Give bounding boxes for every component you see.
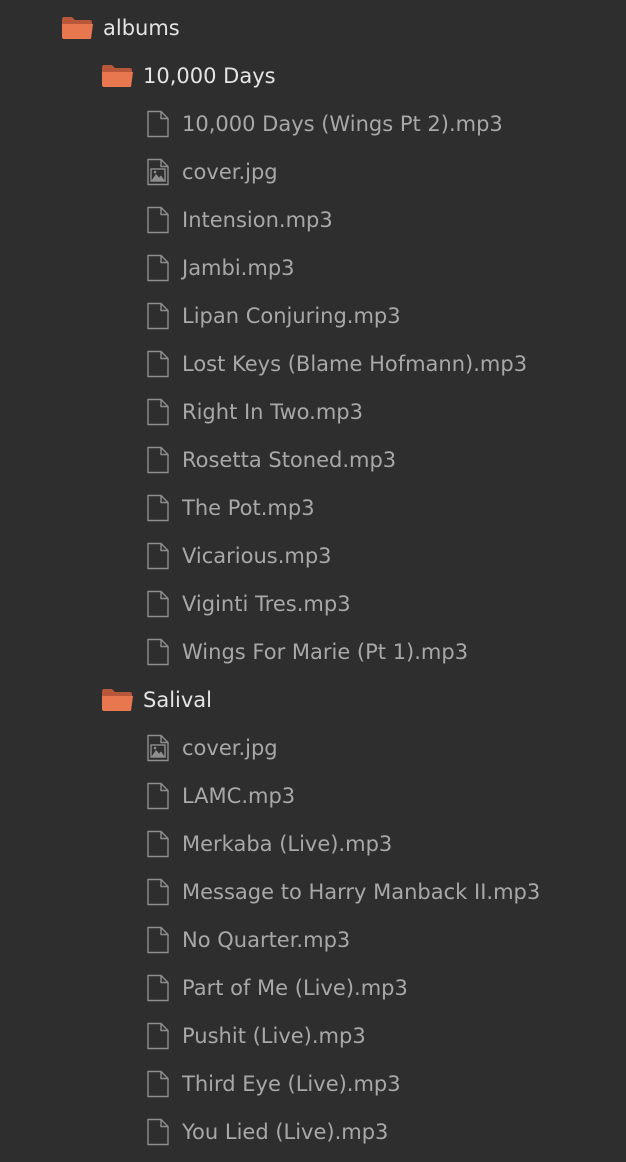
file-item[interactable]: Rosetta Stoned.mp3 (0, 436, 626, 484)
file-item[interactable]: cover.jpg (0, 724, 626, 772)
file-label: cover.jpg (182, 159, 278, 184)
file-icon (146, 494, 170, 522)
file-icon (146, 878, 170, 906)
file-item[interactable]: Message to Harry Manback II.mp3 (0, 868, 626, 916)
file-item[interactable]: Vicarious.mp3 (0, 532, 626, 580)
file-label: cover.jpg (182, 735, 278, 760)
file-icon (146, 206, 170, 234)
file-label: Wings For Marie (Pt 1).mp3 (182, 639, 469, 664)
file-icon (146, 590, 170, 618)
file-icon (146, 446, 170, 474)
file-label: 10,000 Days (Wings Pt 2).mp3 (182, 111, 503, 136)
file-tree: albums 10,000 Days 10,000 Days (Wings Pt… (0, 0, 626, 1162)
folder-label: 10,000 Days (143, 63, 276, 88)
file-icon (146, 638, 170, 666)
file-icon (146, 254, 170, 282)
file-icon (146, 974, 170, 1002)
file-item[interactable]: Merkaba (Live).mp3 (0, 820, 626, 868)
file-label: The Pot.mp3 (182, 495, 315, 520)
file-icon (146, 398, 170, 426)
file-item[interactable]: You Lied (Live).mp3 (0, 1108, 626, 1156)
file-label: Third Eye (Live).mp3 (182, 1071, 401, 1096)
folder-salival[interactable]: Salival (0, 676, 626, 724)
file-icon (146, 110, 170, 138)
file-icon (146, 350, 170, 378)
file-icon (146, 1022, 170, 1050)
folder-open-icon (101, 64, 134, 88)
file-item[interactable]: Wings For Marie (Pt 1).mp3 (0, 628, 626, 676)
folder-10000-days[interactable]: 10,000 Days (0, 52, 626, 100)
file-label: Vicarious.mp3 (182, 543, 332, 568)
file-label: LAMC.mp3 (182, 783, 296, 808)
file-item[interactable]: Viginti Tres.mp3 (0, 580, 626, 628)
file-label: Intension.mp3 (182, 207, 333, 232)
image-file-icon (146, 158, 170, 186)
file-item[interactable]: cover.jpg (0, 148, 626, 196)
file-label: Pushit (Live).mp3 (182, 1023, 366, 1048)
file-item[interactable]: Part of Me (Live).mp3 (0, 964, 626, 1012)
file-label: No Quarter.mp3 (182, 927, 351, 952)
image-file-icon (146, 734, 170, 762)
file-label: Rosetta Stoned.mp3 (182, 447, 397, 472)
file-item[interactable]: Third Eye (Live).mp3 (0, 1060, 626, 1108)
file-item[interactable]: Lipan Conjuring.mp3 (0, 292, 626, 340)
file-icon (146, 782, 170, 810)
file-icon (146, 830, 170, 858)
file-icon (146, 926, 170, 954)
folder-label: albums (103, 15, 180, 40)
folder-albums[interactable]: albums (0, 4, 626, 52)
file-label: Part of Me (Live).mp3 (182, 975, 408, 1000)
file-label: Viginti Tres.mp3 (182, 591, 351, 616)
file-item[interactable]: Jambi.mp3 (0, 244, 626, 292)
file-item[interactable]: The Pot.mp3 (0, 484, 626, 532)
file-label: You Lied (Live).mp3 (182, 1119, 389, 1144)
folder-label: Salival (143, 687, 212, 712)
file-item[interactable]: Lost Keys (Blame Hofmann).mp3 (0, 340, 626, 388)
file-item[interactable]: Pushit (Live).mp3 (0, 1012, 626, 1060)
file-icon (146, 542, 170, 570)
file-label: Lost Keys (Blame Hofmann).mp3 (182, 351, 528, 376)
folder-open-icon (61, 16, 94, 40)
file-label: Merkaba (Live).mp3 (182, 831, 393, 856)
file-label: Message to Harry Manback II.mp3 (182, 879, 541, 904)
file-item[interactable]: Intension.mp3 (0, 196, 626, 244)
file-icon (146, 1070, 170, 1098)
folder-open-icon (101, 688, 134, 712)
file-icon (146, 302, 170, 330)
file-item[interactable]: No Quarter.mp3 (0, 916, 626, 964)
file-item[interactable]: 10,000 Days (Wings Pt 2).mp3 (0, 100, 626, 148)
file-label: Lipan Conjuring.mp3 (182, 303, 401, 328)
file-label: Right In Two.mp3 (182, 399, 363, 424)
file-icon (146, 1118, 170, 1146)
file-item[interactable]: Right In Two.mp3 (0, 388, 626, 436)
file-item[interactable]: LAMC.mp3 (0, 772, 626, 820)
file-label: Jambi.mp3 (182, 255, 295, 280)
